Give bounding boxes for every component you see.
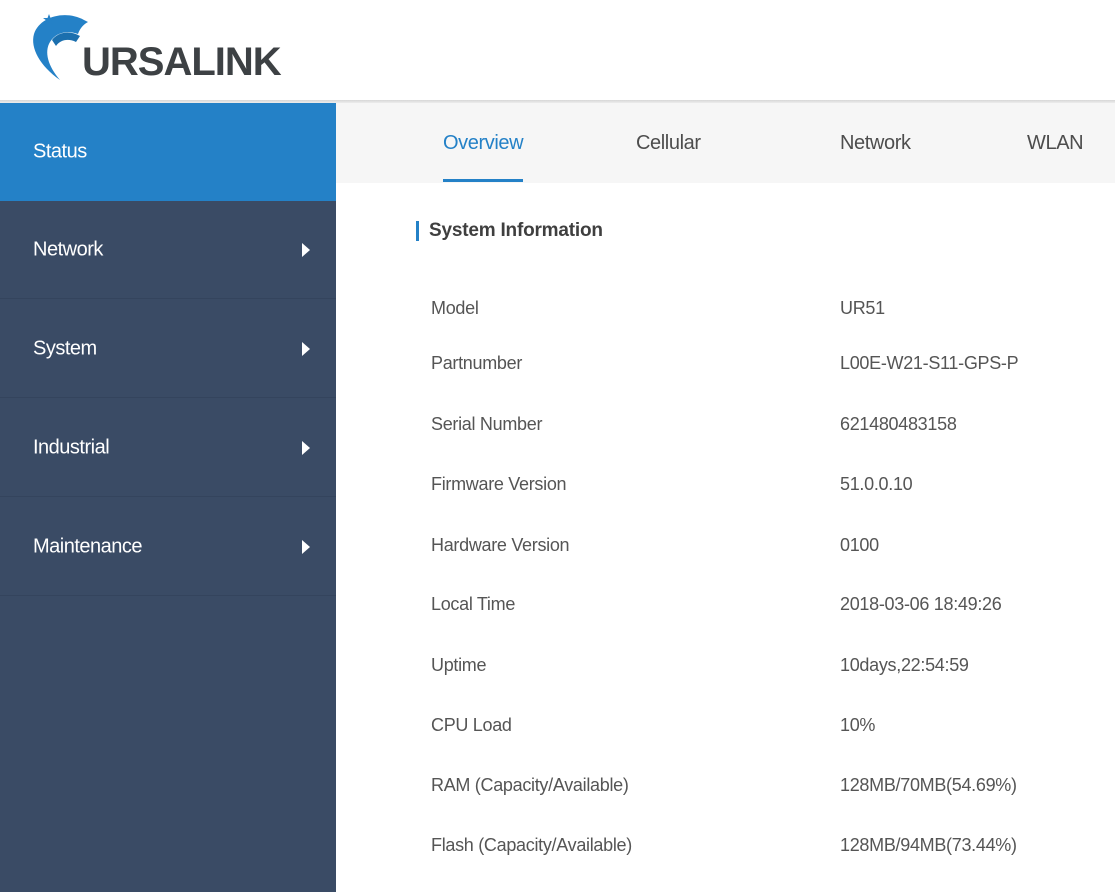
info-row-model: Model UR51 xyxy=(336,298,1115,348)
tab-network[interactable]: Network xyxy=(840,103,911,183)
row-value: L00E-W21-S11-GPS-P xyxy=(840,353,1019,373)
row-label: Flash (Capacity/Available) xyxy=(431,835,632,855)
info-row-local-time: Local Time 2018-03-06 18:49:26 xyxy=(336,594,1115,644)
info-row-cpu-load: CPU Load 10% xyxy=(336,715,1115,765)
row-label: Uptime xyxy=(431,655,487,675)
section-title: System Information xyxy=(416,221,603,241)
row-value: 51.0.0.10 xyxy=(840,474,913,494)
row-value: 10% xyxy=(840,715,876,735)
sidebar-item-system[interactable]: System xyxy=(0,300,336,398)
ursalink-logo: URSALINK xyxy=(26,6,346,86)
sidebar-item-maintenance[interactable]: Maintenance xyxy=(0,498,336,596)
row-label: Model xyxy=(431,298,479,318)
tab-label: Overview xyxy=(443,132,524,154)
info-row-partnumber: Partnumber L00E-W21-S11-GPS-P xyxy=(336,353,1115,403)
sidebar-item-label: Industrial xyxy=(33,436,110,458)
row-value: 0100 xyxy=(840,535,879,555)
row-value: 621480483158 xyxy=(840,414,957,434)
info-row-serial-number: Serial Number 621480483158 xyxy=(336,414,1115,464)
sidebar-item-label: Network xyxy=(33,238,103,260)
header: URSALINK xyxy=(0,0,1115,100)
row-label: Serial Number xyxy=(431,414,543,434)
chevron-right-icon xyxy=(302,539,310,554)
active-tab-indicator xyxy=(443,179,524,182)
tab-overview[interactable]: Overview xyxy=(443,103,524,183)
sidebar: Status Network System Industrial Mainten… xyxy=(0,103,336,892)
chevron-right-icon xyxy=(302,242,310,257)
tab-cellular[interactable]: Cellular xyxy=(636,103,701,183)
row-value: 128MB/94MB(73.44%) xyxy=(840,835,1017,855)
row-label: Firmware Version xyxy=(431,474,567,494)
sidebar-item-status[interactable]: Status xyxy=(0,103,336,201)
info-row-uptime: Uptime 10days,22:54:59 xyxy=(336,655,1115,705)
tab-wlan[interactable]: WLAN xyxy=(1027,103,1084,183)
sidebar-item-network[interactable]: Network xyxy=(0,201,336,299)
row-label: Local Time xyxy=(431,594,516,614)
sidebar-item-industrial[interactable]: Industrial xyxy=(0,399,336,497)
chevron-right-icon xyxy=(302,440,310,455)
info-row-ram: RAM (Capacity/Available) 128MB/70MB(54.6… xyxy=(336,775,1115,825)
main-content: Overview Cellular Network WLAN System In… xyxy=(336,103,1115,892)
chevron-right-icon xyxy=(302,341,310,356)
row-value: UR51 xyxy=(840,298,885,318)
sidebar-item-label: Maintenance xyxy=(33,535,143,557)
row-value: 10days,22:54:59 xyxy=(840,655,969,675)
tab-bar: Overview Cellular Network WLAN xyxy=(336,103,1115,183)
info-row-hardware-version: Hardware Version 0100 xyxy=(336,535,1115,585)
tab-label: Cellular xyxy=(636,132,701,154)
row-label: RAM (Capacity/Available) xyxy=(431,775,629,795)
tab-label: Network xyxy=(840,132,911,154)
logo-text: URSALINK xyxy=(82,40,282,84)
tab-label: WLAN xyxy=(1027,132,1084,154)
row-value: 128MB/70MB(54.69%) xyxy=(840,775,1017,795)
row-label: Partnumber xyxy=(431,353,523,373)
row-value: 2018-03-06 18:49:26 xyxy=(840,594,1002,614)
sidebar-item-label: System xyxy=(33,337,97,359)
sidebar-item-label: Status xyxy=(33,140,87,163)
row-label: CPU Load xyxy=(431,715,512,735)
info-row-flash: Flash (Capacity/Available) 128MB/94MB(73… xyxy=(336,835,1115,885)
row-label: Hardware Version xyxy=(431,535,570,555)
info-row-firmware-version: Firmware Version 51.0.0.10 xyxy=(336,474,1115,524)
